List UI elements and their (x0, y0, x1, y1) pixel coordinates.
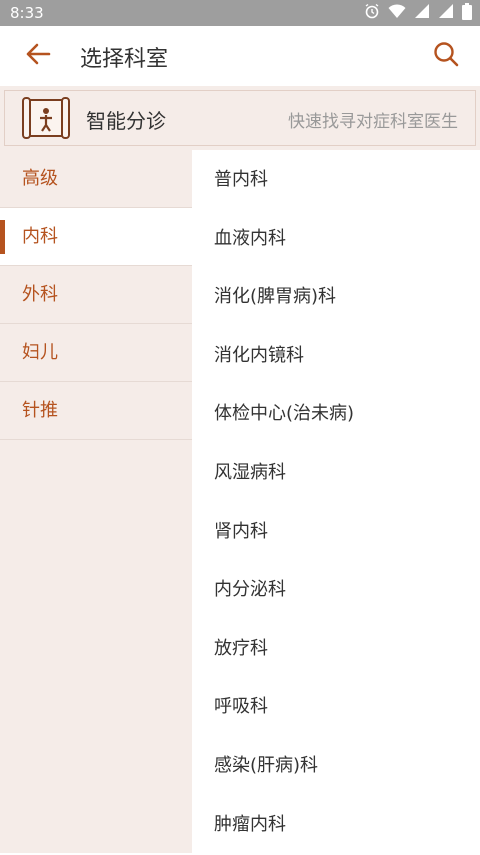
department-item[interactable]: 感染(肝病)科 (192, 736, 480, 795)
alarm-icon (364, 3, 380, 23)
triage-hint: 快速找寻对症科室医生 (288, 112, 458, 132)
status-icons (364, 2, 472, 24)
department-item[interactable]: 消化内镜科 (192, 326, 480, 385)
triage-scroll-icon (20, 96, 72, 140)
status-time: 8:33 (10, 4, 44, 22)
page-title: 选择科室 (80, 47, 169, 72)
department-item[interactable]: 肾内科 (192, 502, 480, 561)
status-bar: 8:33 (0, 0, 480, 26)
battery-icon (462, 2, 472, 24)
category-list: 高级 内科 外科 妇儿 针推 (0, 150, 192, 853)
category-item[interactable]: 妇儿 (0, 324, 192, 382)
smart-triage-banner[interactable]: 智能分诊 快速找寻对症科室医生 (0, 86, 480, 150)
category-item[interactable]: 外科 (0, 266, 192, 324)
category-item[interactable]: 针推 (0, 382, 192, 440)
back-arrow-icon (25, 43, 51, 69)
category-item[interactable]: 高级 (0, 150, 192, 208)
department-item[interactable]: 血液内科 (192, 209, 480, 268)
department-list: 普内科 血液内科 消化(脾胃病)科 消化内镜科 体检中心(治未病) 风湿病科 肾… (192, 150, 480, 853)
wifi-icon (388, 3, 406, 23)
department-item[interactable]: 消化(脾胃病)科 (192, 267, 480, 326)
department-item[interactable]: 内分泌科 (192, 560, 480, 619)
app-bar: 选择科室 (0, 26, 480, 87)
department-item[interactable]: 风湿病科 (192, 443, 480, 502)
department-item[interactable]: 肿瘤内科 (192, 795, 480, 854)
department-item[interactable]: 放疗科 (192, 619, 480, 678)
triage-label: 智能分诊 (86, 109, 166, 133)
department-item[interactable]: 普内科 (192, 150, 480, 209)
back-button[interactable] (20, 38, 56, 74)
category-item-active[interactable]: 内科 (0, 208, 192, 266)
signal-icon (438, 3, 454, 23)
search-button[interactable] (428, 38, 464, 74)
signal-icon (414, 3, 430, 23)
department-item[interactable]: 体检中心(治未病) (192, 384, 480, 443)
department-item[interactable]: 呼吸科 (192, 677, 480, 736)
search-icon (433, 41, 459, 71)
